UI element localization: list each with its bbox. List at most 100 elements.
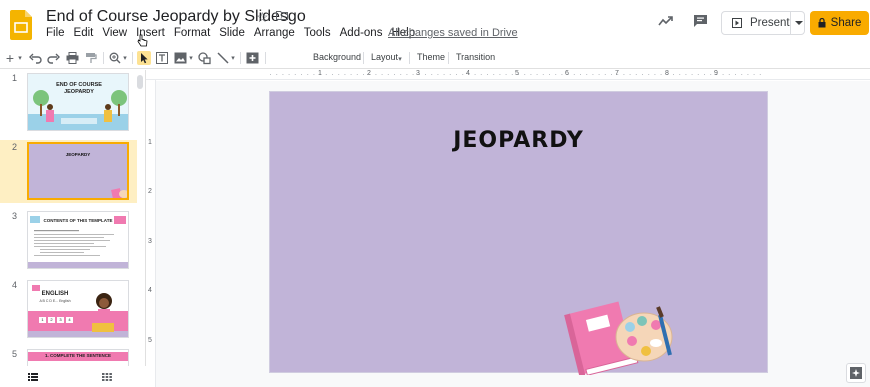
vertical-ruler[interactable]: 1 2 3 4 5 bbox=[146, 80, 156, 387]
present-icon bbox=[732, 18, 742, 28]
slide-number: 3 bbox=[12, 211, 18, 221]
ruler-number: 5 bbox=[515, 70, 519, 77]
toolbar-separator bbox=[363, 52, 364, 64]
ruler-tick bbox=[276, 74, 278, 75]
shape-icon[interactable] bbox=[198, 51, 211, 65]
select-tool-icon[interactable] bbox=[137, 51, 151, 65]
ruler-tick bbox=[381, 74, 383, 75]
ruler-tick bbox=[443, 74, 445, 75]
slides-logo-icon[interactable] bbox=[10, 10, 32, 40]
ruler-tick bbox=[580, 74, 581, 75]
menu-slide[interactable]: Slide bbox=[219, 27, 245, 39]
slide-4-artwork bbox=[28, 281, 128, 337]
image-icon[interactable] bbox=[174, 51, 187, 65]
star-icon[interactable]: ☆ bbox=[256, 9, 269, 26]
save-status-link[interactable]: All changes saved in Drive bbox=[388, 27, 518, 39]
current-slide[interactable]: JEOPARDY bbox=[270, 92, 767, 372]
ruler-tick bbox=[735, 74, 736, 75]
ruler-tick bbox=[542, 74, 544, 75]
ruler-tick bbox=[759, 74, 761, 75]
ruler-tick bbox=[561, 74, 563, 75]
transition-button[interactable]: Transition bbox=[456, 52, 495, 62]
ruler-number: 3 bbox=[148, 238, 152, 245]
ruler-tick bbox=[505, 74, 507, 75]
undo-icon[interactable] bbox=[29, 51, 42, 65]
slide-5-title: 1. COMPLETE THE SENTENCE bbox=[44, 353, 111, 358]
menu-tools[interactable]: Tools bbox=[304, 27, 331, 39]
present-label: Present bbox=[750, 17, 790, 29]
toolbar-separator bbox=[240, 52, 241, 64]
book-and-palette-illustration[interactable] bbox=[560, 285, 680, 375]
menu-view[interactable]: View bbox=[102, 27, 127, 39]
slide-title[interactable]: JEOPARDY bbox=[270, 128, 767, 153]
share-button[interactable]: Share bbox=[810, 11, 869, 35]
paint-format-icon[interactable] bbox=[85, 51, 97, 65]
ruler-number: 4 bbox=[466, 70, 470, 77]
lock-icon bbox=[818, 18, 826, 28]
theme-button[interactable]: Theme bbox=[417, 52, 445, 62]
text-box-icon[interactable] bbox=[156, 51, 168, 65]
slide-4-tile: 3 bbox=[57, 317, 64, 323]
present-options-chevron-down-icon[interactable] bbox=[795, 21, 803, 25]
slide-4-tiles: 1 2 3 4 bbox=[39, 317, 73, 323]
ruler-tick bbox=[363, 74, 364, 75]
ruler-tick bbox=[679, 74, 681, 75]
menu-arrange[interactable]: Arrange bbox=[254, 27, 295, 39]
ruler-tick bbox=[642, 74, 643, 75]
ruler-tick bbox=[611, 74, 612, 75]
ruler-tick bbox=[499, 74, 501, 75]
menu-file[interactable]: File bbox=[46, 27, 65, 39]
filmstrip-scrollbar[interactable] bbox=[137, 75, 143, 89]
ruler-number: 7 bbox=[615, 70, 619, 77]
filmstrip-view-icon[interactable] bbox=[28, 373, 38, 381]
ruler-tick bbox=[375, 74, 377, 75]
add-comment-icon[interactable] bbox=[246, 51, 259, 65]
ruler-tick bbox=[549, 74, 550, 75]
toolbar-separator bbox=[409, 52, 410, 64]
ruler-tick bbox=[530, 74, 532, 75]
slide-thumbnail-2[interactable]: JEOPARDY bbox=[27, 142, 129, 200]
menu-edit[interactable]: Edit bbox=[74, 27, 94, 39]
ruler-tick bbox=[673, 74, 674, 75]
activity-dashboard-icon[interactable] bbox=[658, 15, 674, 27]
ruler-ticks bbox=[270, 74, 761, 75]
background-button[interactable]: Background bbox=[313, 52, 361, 62]
ruler-tick bbox=[722, 74, 724, 75]
ruler-tick bbox=[332, 74, 333, 75]
grid-view-icon[interactable] bbox=[102, 373, 112, 381]
print-icon[interactable] bbox=[66, 51, 79, 65]
slide-thumbnail-1[interactable]: END OF COURSE JEOPARDY bbox=[27, 73, 129, 131]
zoom-icon[interactable] bbox=[109, 51, 121, 65]
slide-filmstrip: 1 END OF COURSE JEOPARDY 2 JEOPARDY 3 CO… bbox=[0, 70, 146, 387]
ruler-tick bbox=[697, 74, 699, 75]
zoom-chevron-down-icon[interactable]: ▾ bbox=[121, 51, 129, 65]
slide-thumbnail-4[interactable]: ENGLISH A B C D E... English 1 2 3 4 bbox=[27, 280, 129, 338]
comment-icon[interactable] bbox=[693, 14, 708, 28]
ruler-tick bbox=[350, 74, 352, 75]
ruler-tick bbox=[431, 74, 433, 75]
folder-icon[interactable] bbox=[276, 10, 288, 20]
ruler-tick bbox=[704, 74, 705, 75]
new-slide-plus-icon[interactable]: + bbox=[5, 50, 15, 66]
explore-button[interactable] bbox=[846, 363, 866, 383]
menu-add-ons[interactable]: Add-ons bbox=[340, 27, 383, 39]
menu-bar: File Edit View Insert Format Slide Arran… bbox=[46, 27, 424, 39]
horizontal-ruler[interactable]: 1 2 3 4 5 6 7 8 9 bbox=[146, 70, 870, 80]
menu-format[interactable]: Format bbox=[174, 27, 210, 39]
filmstrip-footer bbox=[0, 366, 146, 387]
layout-button[interactable]: Layout bbox=[371, 52, 398, 62]
image-chevron-down-icon[interactable]: ▾ bbox=[187, 51, 195, 65]
ruler-tick bbox=[592, 74, 594, 75]
redo-icon[interactable] bbox=[47, 51, 60, 65]
ruler-tick bbox=[406, 74, 408, 75]
ruler-tick bbox=[307, 74, 309, 75]
ruler-tick bbox=[524, 74, 526, 75]
line-icon[interactable] bbox=[217, 51, 229, 65]
ruler-tick bbox=[282, 74, 284, 75]
slide-canvas[interactable]: JEOPARDY bbox=[156, 81, 870, 387]
line-chevron-down-icon[interactable]: ▾ bbox=[229, 51, 237, 65]
present-main-button[interactable]: Present bbox=[722, 12, 790, 34]
layout-chevron-down-icon[interactable]: ▾ bbox=[396, 52, 404, 66]
new-slide-chevron-down-icon[interactable]: ▾ bbox=[16, 51, 24, 65]
slide-thumbnail-3[interactable]: CONTENTS OF THIS TEMPLATE bbox=[27, 211, 129, 269]
